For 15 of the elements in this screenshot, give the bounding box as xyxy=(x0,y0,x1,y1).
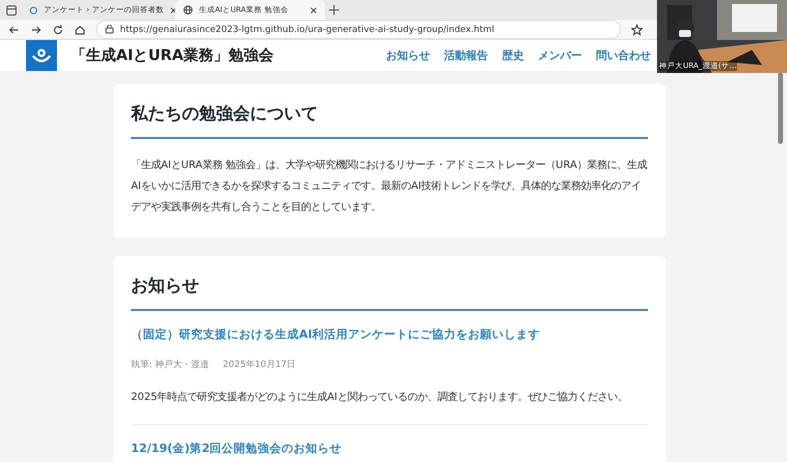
post-text: 2025年時点で研究支援者がどのように生成AIと関わっているのか、調査しております。ぜひご協力ください。 xyxy=(131,390,628,405)
address-bar[interactable]: https://genaiurasince2023-lgtm.github.io/ura-generative-ai-study-group/index.html xyxy=(96,20,621,39)
nav-link[interactable]: メンバー xyxy=(538,48,582,63)
nav-link[interactable]: お知らせ xyxy=(386,48,430,63)
section-heading: 私たちの勉強会について xyxy=(131,102,648,139)
nav-link[interactable]: 歴史 xyxy=(502,48,524,63)
nav-link[interactable]: 活動報告 xyxy=(444,48,488,63)
post-title-link[interactable]: （固定）研究支援における生成AI利活用アンケートにご協力をお願いします xyxy=(131,327,648,342)
post-date: 2025年10月17日 xyxy=(222,358,296,371)
about-text: 「生成AIとURA業務 勉強会」は、大学や研究機関におけるリサーチ・アドミニストレーター（URA）業務に、生成AIをいかに活用できるかを探求するコミュニティです。最新のAI技術トレンドを学び、具体的な業務効率化のアイデアや実践事例を共有し合うことを目的としています。 xyxy=(131,158,648,215)
site-title: 「生成AIとURA業務」勉強会 xyxy=(71,46,274,65)
nav-link[interactable]: 問い合わせ xyxy=(596,48,651,63)
section-heading: お知らせ xyxy=(131,274,648,311)
post-title-link[interactable]: 12/19(金)第2回公開勉強会のお知らせ xyxy=(131,441,648,456)
post-author: 執筆: 神戸大・渡邉 xyxy=(131,358,209,371)
